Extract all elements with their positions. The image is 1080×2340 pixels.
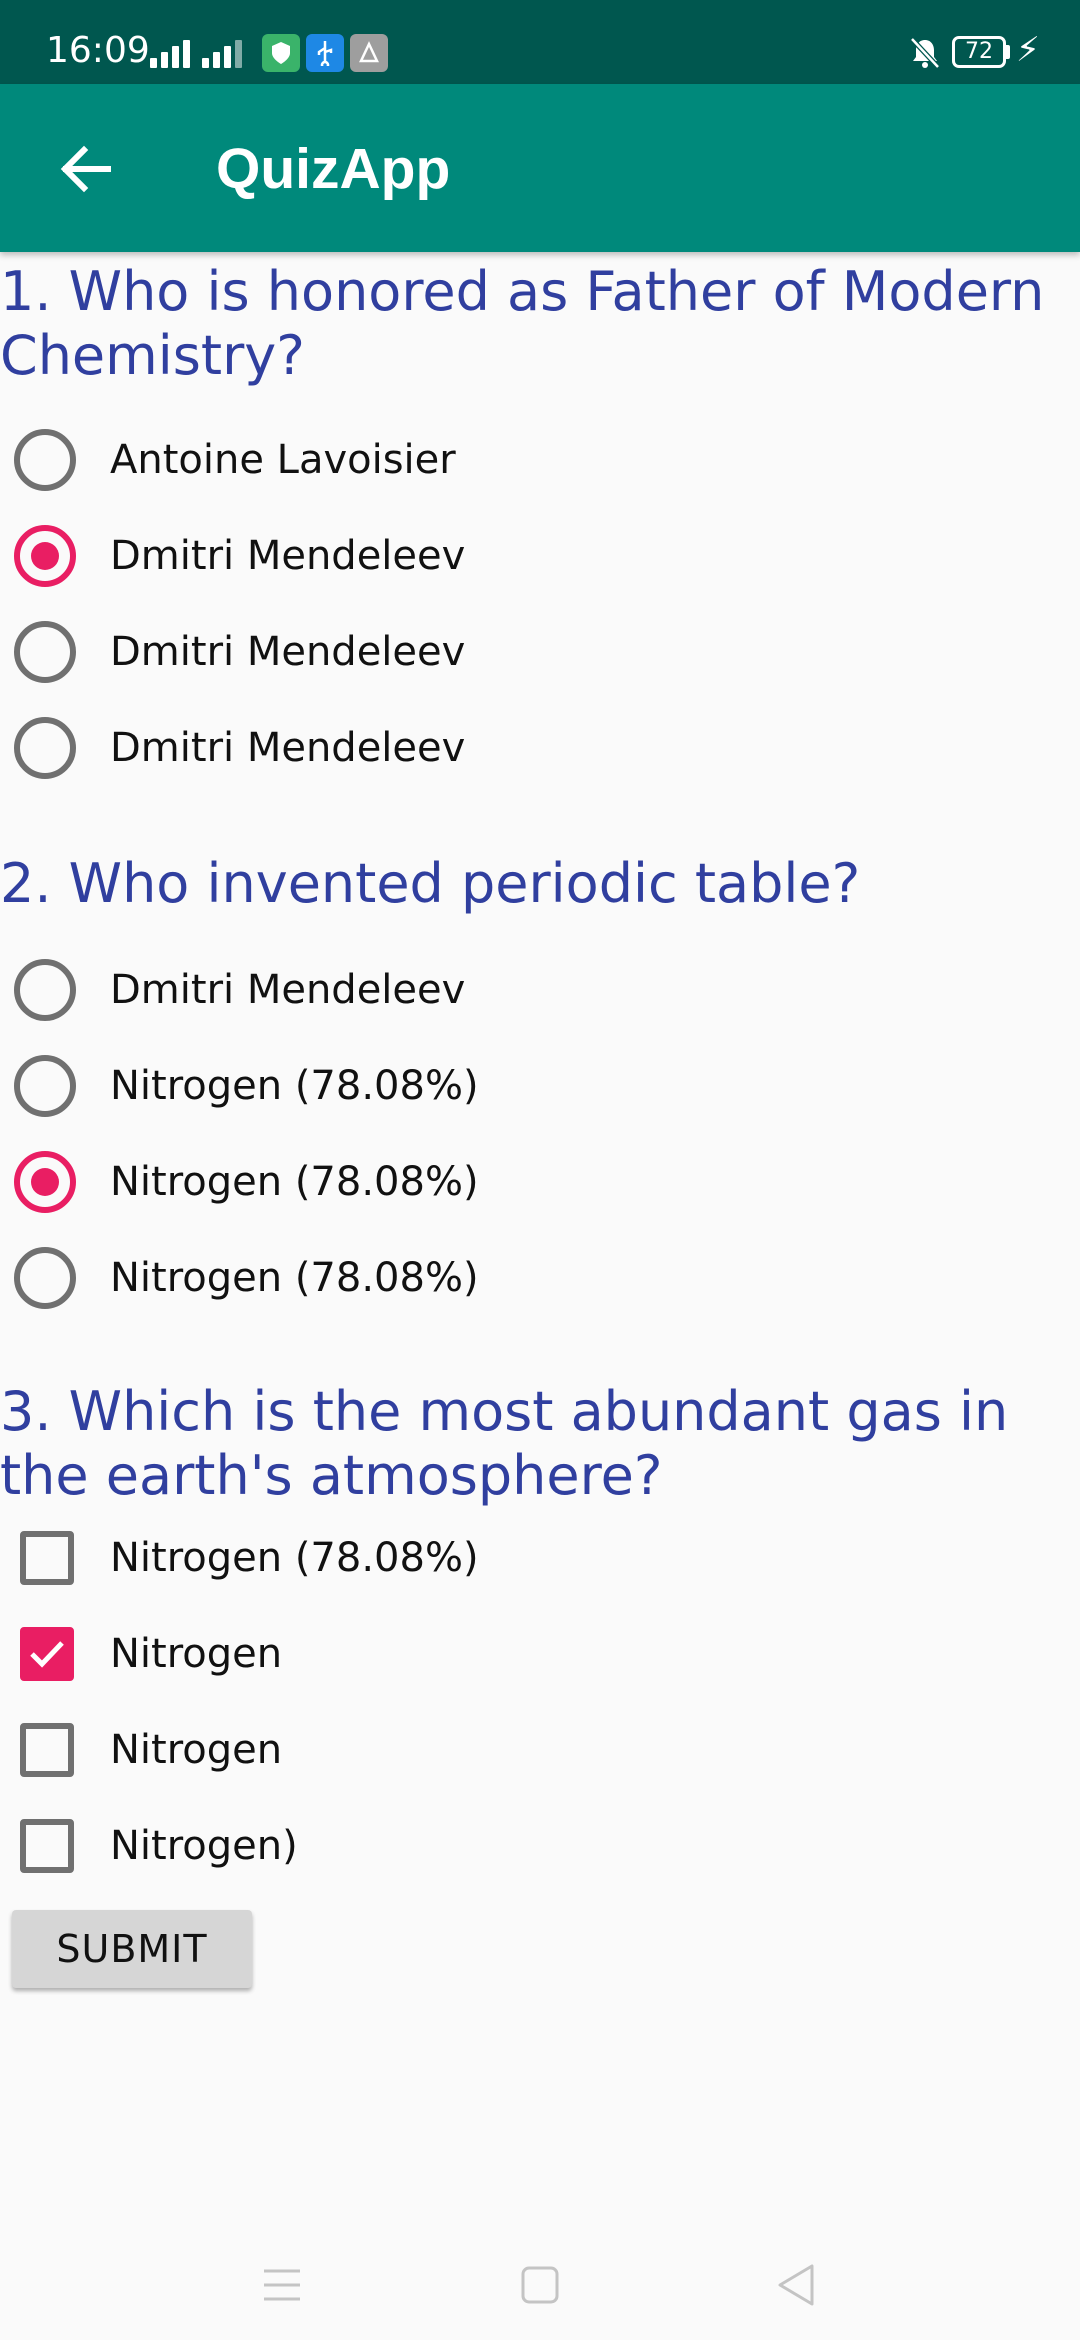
navigation-bar [0,2230,1080,2340]
status-bar: 16:09 72 ⚡ [0,0,1080,84]
mute-bell-icon [910,37,940,69]
q1-option-4[interactable]: Dmitri Mendeleev [14,708,914,788]
q1-option-2[interactable]: Dmitri Mendeleev [14,516,914,596]
option-label: Nitrogen [110,1727,283,1773]
radio-button[interactable] [14,1247,76,1309]
checkbox[interactable] [20,1723,74,1777]
q3-option-2[interactable]: Nitrogen [14,1614,914,1694]
option-label: Nitrogen (78.08%) [110,1063,479,1109]
option-label: Nitrogen (78.08%) [110,1535,479,1581]
checkmark-icon [30,1641,64,1668]
q3-option-4[interactable]: Nitrogen) [14,1806,914,1886]
question-3-text: 3. Which is the most abundant gas in the… [0,1380,1009,1507]
q2-option-1[interactable]: Dmitri Mendeleev [14,950,914,1030]
menu-button[interactable] [242,2250,322,2320]
radio-button[interactable] [14,621,76,683]
option-label: Nitrogen) [110,1823,298,1869]
checkbox-checked[interactable] [20,1627,74,1681]
checkbox[interactable] [20,1819,74,1873]
radio-button[interactable] [14,959,76,1021]
q3-option-3[interactable]: Nitrogen [14,1710,914,1790]
app-bar: QuizApp [0,84,1080,252]
option-label: Dmitri Mendeleev [110,967,466,1013]
submit-button[interactable]: SUBMIT [12,1910,252,1988]
q1-option-3[interactable]: Dmitri Mendeleev [14,612,914,692]
radio-button[interactable] [14,1055,76,1117]
arrow-left-icon [60,145,111,193]
shield-app-icon [262,34,300,72]
option-label: Dmitri Mendeleev [110,629,466,675]
option-label: Nitrogen (78.08%) [110,1255,479,1301]
q3-option-1[interactable]: Nitrogen (78.08%) [14,1518,914,1598]
option-label: Nitrogen (78.08%) [110,1159,479,1205]
option-label: Dmitri Mendeleev [110,725,466,771]
radio-button[interactable] [14,429,76,491]
usb-icon [306,34,344,72]
battery-tip [1006,45,1010,59]
radio-button-selected[interactable] [14,1151,76,1213]
share-app-icon [350,34,388,72]
app-title: QuizApp [216,137,451,201]
radio-button[interactable] [14,717,76,779]
question-1-text: 1. Who is honored as Father of Modern Ch… [0,260,1045,387]
back-triangle-icon [778,2264,814,2306]
menu-icon [264,2269,300,2301]
radio-button-selected[interactable] [14,525,76,587]
nav-back-button[interactable] [756,2250,836,2320]
signal-strength-icon [150,36,206,68]
battery-icon: 72 [952,36,1006,68]
signal-strength-icon [202,36,258,68]
status-time: 16:09 [46,30,150,71]
q2-option-2[interactable]: Nitrogen (78.08%) [14,1046,914,1126]
option-label: Antoine Lavoisier [110,437,456,483]
q2-option-4[interactable]: Nitrogen (78.08%) [14,1238,914,1318]
q2-option-3[interactable]: Nitrogen (78.08%) [14,1142,914,1222]
back-button[interactable] [40,124,130,214]
checkbox[interactable] [20,1531,74,1585]
question-2-text: 2. Who invented periodic table? [0,852,861,915]
charging-icon: ⚡ [1016,31,1040,69]
option-label: Dmitri Mendeleev [110,533,466,579]
home-square-icon [521,2266,559,2304]
home-button[interactable] [500,2250,580,2320]
option-label: Nitrogen [110,1631,283,1677]
q1-option-1[interactable]: Antoine Lavoisier [14,420,914,500]
